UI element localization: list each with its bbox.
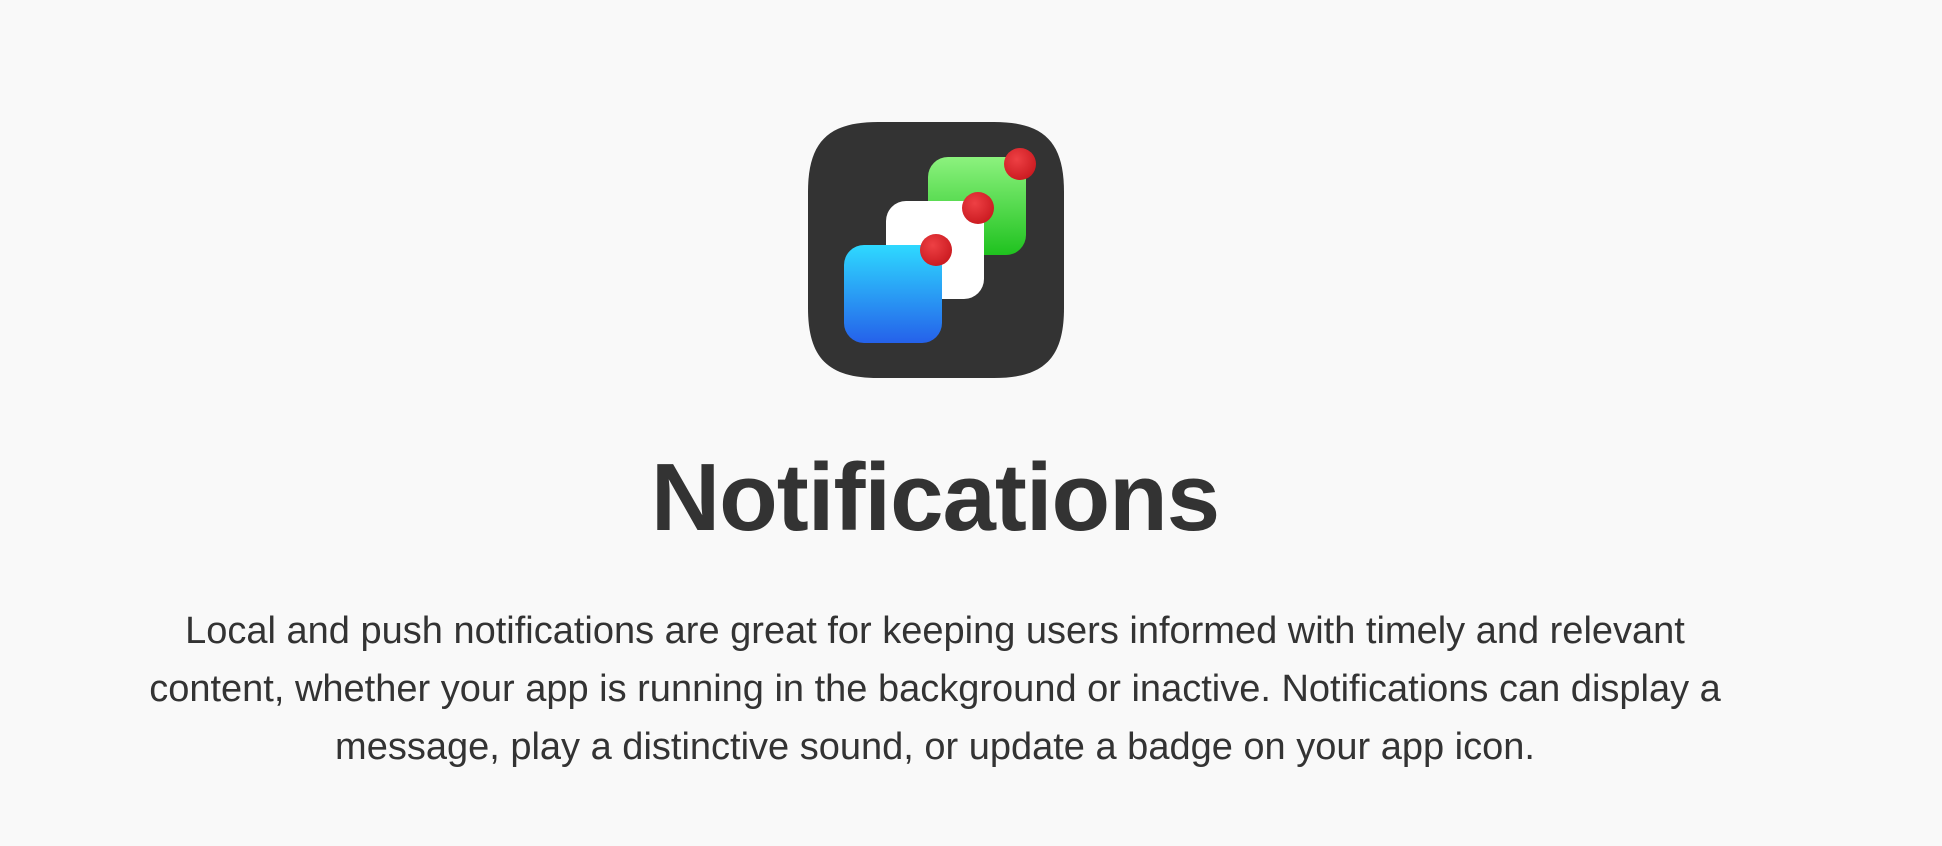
green-tile-badge (1004, 148, 1036, 180)
white-tile-badge (962, 192, 994, 224)
notifications-page: Notifications Local and push notificatio… (0, 0, 1942, 846)
page-description: Local and push notifications are great f… (149, 610, 1721, 768)
blue-tile-badge (920, 234, 952, 266)
page-title: Notifications (650, 444, 1220, 551)
notifications-app-icon (808, 122, 1064, 378)
